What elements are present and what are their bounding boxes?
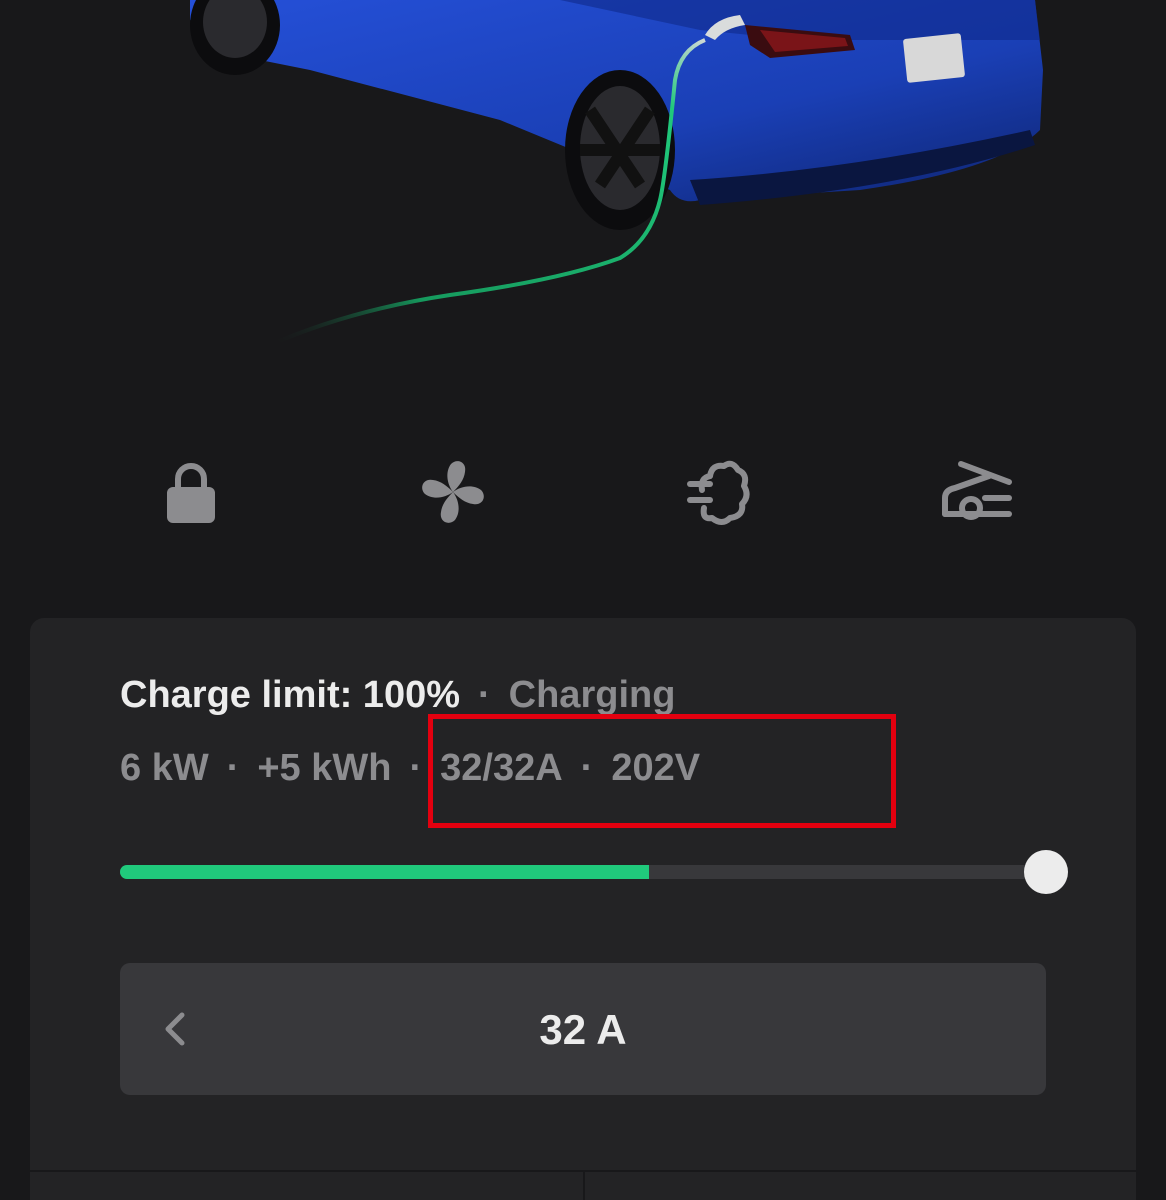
charge-port-icon (687, 460, 750, 525)
charge-limit-label: Charge limit: 100% (120, 674, 460, 716)
charging-state: Charging (508, 674, 676, 716)
quick-controls (0, 452, 1166, 532)
separator-dot: · (478, 674, 491, 716)
lock-icon (167, 463, 215, 523)
charge-level-fill (120, 865, 649, 879)
charge-port-button[interactable] (676, 452, 756, 532)
frunk-button[interactable] (937, 452, 1017, 532)
car-charging-illustration (190, 0, 1043, 347)
highlight-annotation-box (428, 714, 896, 828)
charge-limit-slider-handle[interactable] (1024, 850, 1068, 894)
charging-card: Charge limit: 100% · Charging 6 kW · +5 kWh ·… (30, 618, 1136, 1200)
charge-power: 6 kW (120, 747, 209, 789)
separator-dot: · (409, 747, 423, 789)
charge-status-line: Charge limit: 100% · Charging (120, 672, 675, 718)
separator-dot: · (226, 747, 240, 789)
charge-limit-slider[interactable] (120, 850, 1068, 894)
climate-button[interactable] (413, 452, 493, 532)
energy-added: +5 kWh (257, 747, 392, 789)
car-illustration (0, 0, 1166, 420)
charge-current-control: 32 A (120, 963, 1046, 1095)
fan-icon (422, 461, 484, 523)
frunk-icon (942, 461, 1012, 520)
tesla-app-screen: Charge limit: 100% · Charging 6 kW · +5 kWh ·… (0, 0, 1166, 1200)
card-divider-vertical (583, 1172, 585, 1200)
amps-value: 32 A (539, 1006, 627, 1053)
lock-button[interactable] (151, 452, 231, 532)
